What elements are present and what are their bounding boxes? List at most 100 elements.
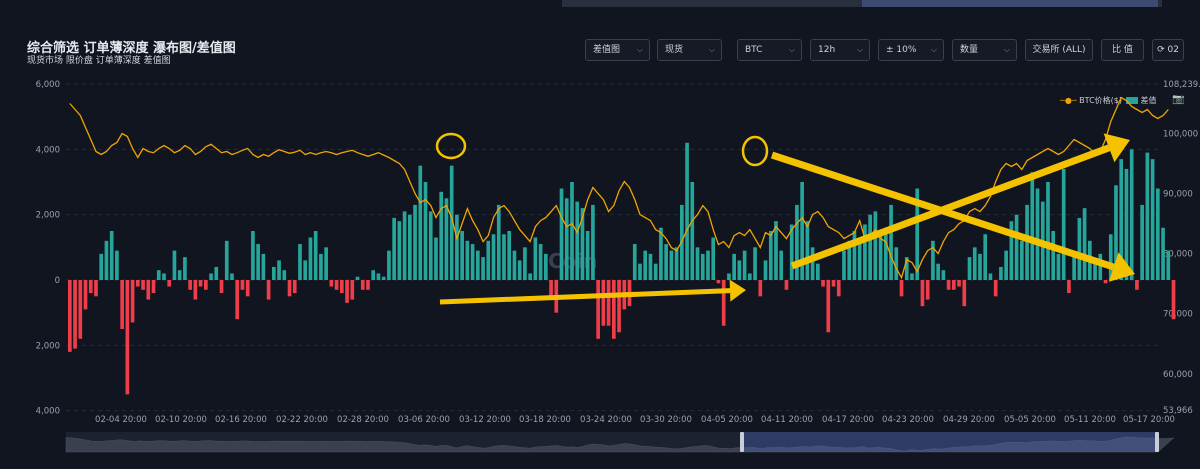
x-tick-label: 02-16 20:00 xyxy=(215,415,267,425)
diff-bar xyxy=(910,273,914,280)
diff-bar xyxy=(889,204,893,280)
diff-bar xyxy=(476,250,480,280)
diff-bar xyxy=(496,204,501,280)
diff-bar xyxy=(894,247,899,280)
diff-bar xyxy=(816,263,820,280)
x-tick-label: 04-11 20:00 xyxy=(761,415,813,425)
x-tick-label: 03-18 20:00 xyxy=(519,415,571,425)
diff-bar xyxy=(983,234,988,280)
diff-bar xyxy=(371,270,376,280)
diff-bar xyxy=(397,221,402,280)
diff-bar xyxy=(204,280,208,290)
diff-bar xyxy=(564,198,569,280)
diff-bar xyxy=(570,182,574,280)
x-tick-label: 04-05 20:00 xyxy=(701,415,753,425)
diff-bar xyxy=(544,253,548,280)
diff-bar xyxy=(1020,240,1024,280)
diff-bar xyxy=(287,280,292,297)
diff-bar xyxy=(842,250,846,280)
diff-bar xyxy=(899,280,904,297)
x-tick-label: 05-05 20:00 xyxy=(1004,415,1056,425)
diff-bar xyxy=(324,247,328,280)
diff-bar xyxy=(423,182,428,280)
diff-bar xyxy=(737,260,742,280)
diff-bar xyxy=(685,142,689,280)
diff-bar xyxy=(1046,182,1050,280)
diff-bar xyxy=(235,280,240,320)
diff-bar xyxy=(413,204,417,280)
diff-bar xyxy=(115,250,119,280)
diff-bar xyxy=(884,227,888,280)
x-tick-label: 02-10 20:00 xyxy=(155,415,207,425)
diff-bar xyxy=(125,280,130,395)
diff-bar xyxy=(1156,188,1160,280)
diff-bar xyxy=(873,211,878,280)
diff-bar xyxy=(925,280,930,300)
diff-bar xyxy=(198,280,203,287)
diff-bar xyxy=(266,280,271,300)
y-left-tick-label: 4,000 xyxy=(36,145,60,155)
diff-bar xyxy=(68,280,72,352)
diff-bar xyxy=(941,270,946,280)
diff-bar xyxy=(768,231,773,280)
diff-bar xyxy=(418,165,423,280)
diff-bar xyxy=(313,231,318,280)
diff-bar xyxy=(931,240,935,280)
order-book-diff-chart: 6,000 4,000 2,000 0 2,000 4,000 108,239.2 100,0… xyxy=(36,80,1200,453)
diff-bar xyxy=(742,250,747,280)
diff-bar xyxy=(136,280,140,287)
x-tick-label: 02-04 20:00 xyxy=(95,415,147,425)
navigator-handle-left xyxy=(740,432,744,452)
diff-bar xyxy=(292,280,297,294)
diff-bar xyxy=(575,201,580,280)
diff-bar xyxy=(690,182,695,280)
x-tick-label: 04-23 20:00 xyxy=(882,415,934,425)
y-left-tick-label: 6,000 xyxy=(36,80,60,90)
diff-bar xyxy=(920,280,925,307)
y-right-tick-label: 70,000 xyxy=(1163,310,1193,320)
diff-bar xyxy=(428,211,433,280)
diff-bar xyxy=(878,234,883,280)
diff-bar xyxy=(596,280,600,339)
diff-bar xyxy=(470,244,475,280)
x-tick-label: 03-30 20:00 xyxy=(640,415,692,425)
diff-bar xyxy=(230,273,234,280)
diff-bar xyxy=(952,280,956,290)
diff-bar xyxy=(486,240,491,280)
diff-bar xyxy=(517,260,522,280)
navigator-selection xyxy=(742,432,1158,452)
diff-bar xyxy=(402,211,407,280)
diff-bar xyxy=(936,263,940,280)
diff-bar xyxy=(94,280,98,297)
diff-bar xyxy=(340,280,344,294)
diff-bar xyxy=(648,253,653,280)
diff-bar xyxy=(83,280,88,310)
diff-bar xyxy=(245,280,250,297)
diff-bar xyxy=(585,231,590,280)
diff-bar xyxy=(810,247,815,280)
diff-bar xyxy=(601,280,606,326)
diff-bar xyxy=(272,266,276,280)
diff-bar xyxy=(643,250,648,280)
y-right-tick-label: 100,000 xyxy=(1163,129,1198,139)
diff-bar xyxy=(638,263,642,280)
diff-bar xyxy=(146,280,151,300)
diff-bar xyxy=(632,244,637,280)
diff-bar xyxy=(721,280,726,326)
diff-bar xyxy=(1103,280,1108,284)
y-right-tick-label: 108,239.2 xyxy=(1163,80,1200,90)
diff-bar xyxy=(1004,250,1008,280)
diff-bar xyxy=(795,204,799,280)
diff-bar xyxy=(334,280,339,290)
diff-bar xyxy=(345,280,349,303)
diff-bar xyxy=(533,237,538,280)
diff-bar xyxy=(946,280,951,290)
y-left-tick-label: 2,000 xyxy=(36,341,60,351)
diff-bar xyxy=(831,280,836,287)
diff-bar xyxy=(1171,280,1176,320)
y-right-tick-label: 60,000 xyxy=(1163,370,1193,380)
diff-bar xyxy=(727,273,731,280)
diff-bar xyxy=(261,253,266,280)
diff-bar xyxy=(408,214,412,280)
diff-bar xyxy=(1082,208,1087,280)
